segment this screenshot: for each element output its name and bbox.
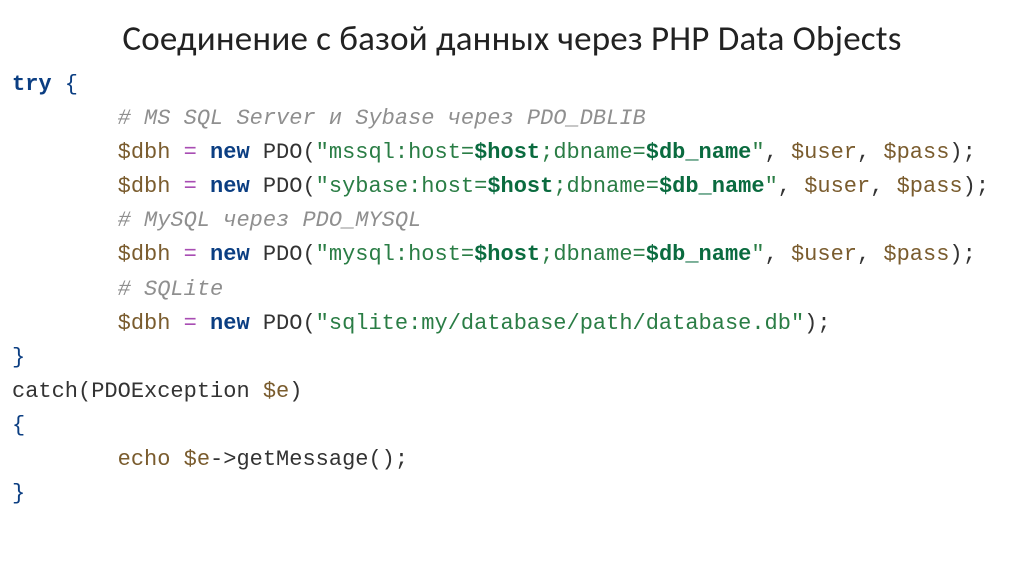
indent (12, 242, 118, 267)
string: " (765, 174, 778, 199)
sep: , (870, 174, 896, 199)
variable: $dbh (118, 311, 171, 336)
string: "sqlite:my/database/path/database.db" (316, 311, 804, 336)
variable: $pass (897, 174, 963, 199)
class-pdoexception: PDOException (91, 379, 263, 404)
variable: $pass (883, 242, 949, 267)
operator-eq: = (170, 174, 210, 199)
method-getmessage: getMessage (236, 447, 368, 472)
close-call: ); (949, 140, 975, 165)
close-call: ); (804, 311, 830, 336)
call: (); (368, 447, 408, 472)
string: " (751, 140, 764, 165)
interp-var: $host (474, 140, 540, 165)
keyword-catch: catch (12, 379, 78, 404)
operator-eq: = (170, 242, 210, 267)
comment: # SQLite (118, 277, 224, 302)
arrow-op: -> (210, 447, 236, 472)
string: "mssql:host= (316, 140, 474, 165)
operator-eq: = (170, 311, 210, 336)
indent (12, 208, 118, 233)
string: ;dbname= (553, 174, 659, 199)
sep: , (857, 140, 883, 165)
variable: $dbh (118, 242, 171, 267)
comment: # MS SQL Server и Sybase через PDO_DBLIB (118, 106, 646, 131)
interp-var: $db_name (646, 140, 752, 165)
brace: } (12, 481, 25, 506)
sep: , (857, 242, 883, 267)
paren: ( (78, 379, 91, 404)
keyword-echo: echo (118, 447, 184, 472)
string: " (751, 242, 764, 267)
interp-var: $host (474, 242, 540, 267)
keyword-new: new (210, 140, 250, 165)
indent (12, 174, 118, 199)
string: ;dbname= (540, 242, 646, 267)
indent (12, 447, 118, 472)
brace: } (12, 345, 25, 370)
variable: $dbh (118, 174, 171, 199)
variable: $user (791, 140, 857, 165)
close-call: ); (963, 174, 989, 199)
brace: { (52, 72, 78, 97)
brace: { (12, 413, 25, 438)
indent (12, 140, 118, 165)
class-pdo: PDO( (250, 140, 316, 165)
sep: , (778, 174, 804, 199)
interp-var: $db_name (659, 174, 765, 199)
variable: $e (184, 447, 210, 472)
indent (12, 106, 118, 131)
interp-var: $db_name (646, 242, 752, 267)
operator-eq: = (170, 140, 210, 165)
slide-title: Соединение с базой данных через PHP Data… (0, 0, 1024, 68)
class-pdo: PDO( (250, 311, 316, 336)
keyword-new: new (210, 242, 250, 267)
string: ;dbname= (540, 140, 646, 165)
indent (12, 311, 118, 336)
keyword-try: try (12, 72, 52, 97)
keyword-new: new (210, 174, 250, 199)
variable: $dbh (118, 140, 171, 165)
keyword-new: new (210, 311, 250, 336)
variable: $pass (883, 140, 949, 165)
sep: , (765, 242, 791, 267)
comment: # MySQL через PDO_MYSQL (118, 208, 422, 233)
close-call: ); (949, 242, 975, 267)
class-pdo: PDO( (250, 174, 316, 199)
string: "mysql:host= (316, 242, 474, 267)
variable: $user (791, 242, 857, 267)
variable: $e (263, 379, 289, 404)
paren: ) (289, 379, 302, 404)
class-pdo: PDO( (250, 242, 316, 267)
interp-var: $host (487, 174, 553, 199)
variable: $user (804, 174, 870, 199)
code-block: try { # MS SQL Server и Sybase через PDO… (0, 68, 1024, 511)
string: "sybase:host= (316, 174, 488, 199)
sep: , (765, 140, 791, 165)
indent (12, 277, 118, 302)
